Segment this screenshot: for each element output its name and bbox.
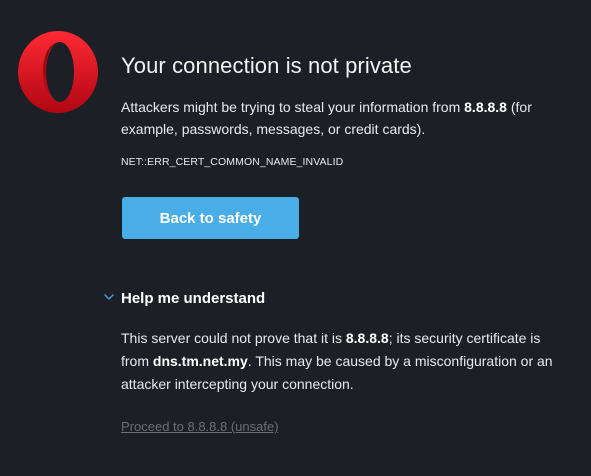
details-host: 8.8.8.8	[345, 330, 389, 346]
certificate-host: dns.tm.net.my	[152, 353, 248, 369]
opera-logo-icon	[16, 30, 100, 114]
help-details: This server could not prove that it is 8…	[121, 327, 561, 396]
error-code: NET::ERR_CERT_COMMON_NAME_INVALID	[121, 156, 344, 168]
proceed-unsafe-link[interactable]: Proceed to 8.8.8.8 (unsafe)	[121, 419, 279, 434]
help-me-understand-toggle[interactable]: Help me understand	[103, 290, 265, 307]
help-toggle-label: Help me understand	[121, 290, 266, 307]
warning-description: Attackers might be trying to steal your …	[121, 96, 581, 140]
page-title: Your connection is not private	[121, 53, 412, 78]
details-text: This server could not prove that it is	[121, 330, 346, 346]
back-to-safety-button[interactable]: Back to safety	[122, 197, 299, 239]
host-name: 8.8.8.8	[464, 99, 507, 115]
description-text: Attackers might be trying to steal your …	[121, 99, 465, 115]
chevron-down-icon	[103, 290, 115, 302]
